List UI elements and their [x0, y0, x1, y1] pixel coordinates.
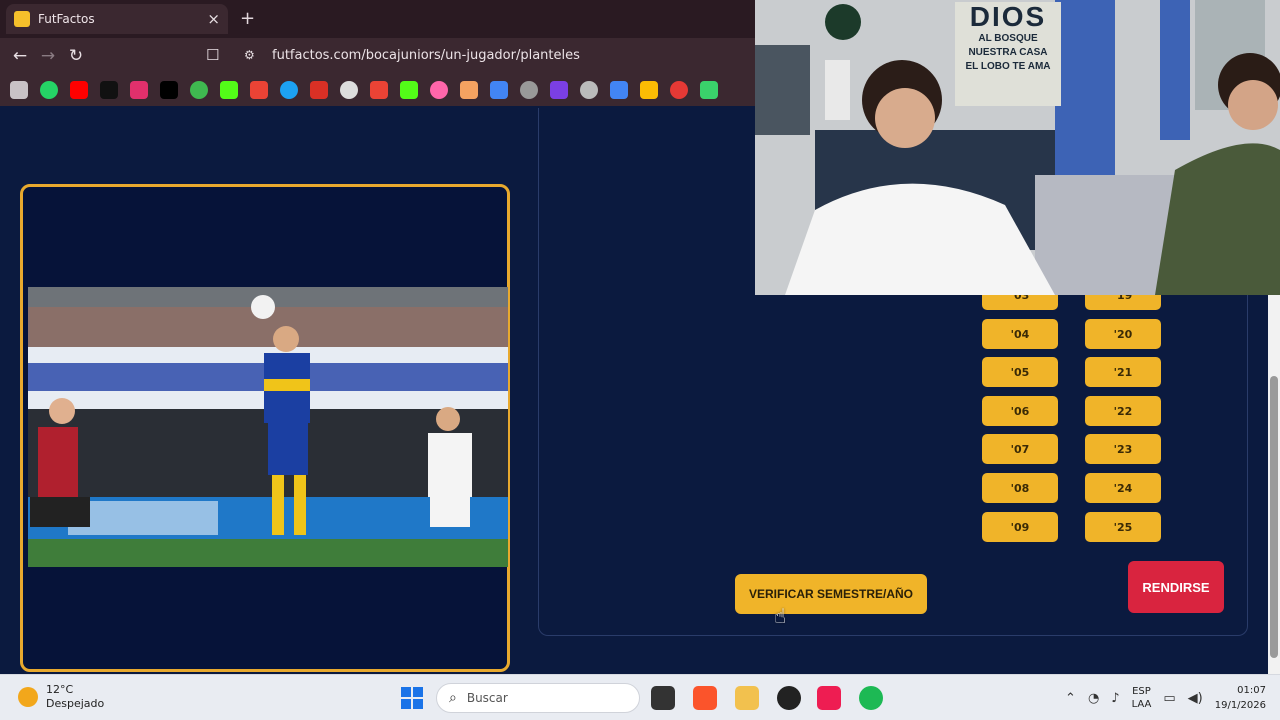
bookmark-icon-23[interactable]: [700, 81, 718, 99]
taskbar-search[interactable]: ⌕ Buscar: [436, 683, 640, 713]
youtube-bookmark-icon[interactable]: [70, 81, 88, 99]
chevron-up-icon[interactable]: ⌃: [1065, 691, 1076, 706]
year-button[interactable]: '20: [1085, 319, 1161, 349]
tab-close-icon[interactable]: ×: [207, 10, 220, 28]
bookmark-icon-10[interactable]: [310, 81, 328, 99]
new-tab-button[interactable]: +: [240, 8, 255, 29]
windows-taskbar: 12°C Despejado ⌕ Buscar ⌃ ◔ ♪ ESP LAA ▭ …: [0, 674, 1280, 720]
back-arrow-icon[interactable]: ←: [6, 46, 34, 66]
spotify-icon[interactable]: [859, 686, 883, 710]
hand-cursor-icon: ☝: [774, 604, 787, 628]
futfactos-favicon-icon: [14, 11, 30, 27]
screen: FutFactos × + ← → ↻ ☐ ⚙ futfactos.com/bo…: [0, 0, 1280, 720]
year-button[interactable]: '23: [1085, 434, 1161, 464]
file-explorer-icon[interactable]: [735, 686, 759, 710]
microphone-icon[interactable]: ♪: [1111, 691, 1119, 706]
year-button[interactable]: '07: [982, 434, 1058, 464]
year-button[interactable]: '09: [982, 512, 1058, 542]
search-placeholder: Buscar: [466, 691, 508, 705]
tab-title: FutFactos: [38, 12, 95, 26]
bookmark-icon-18[interactable]: [550, 81, 568, 99]
bookmark-icon-15[interactable]: [460, 81, 478, 99]
kick-bookmark-icon[interactable]: [220, 81, 238, 99]
site-settings-icon[interactable]: ⚙: [244, 48, 255, 62]
reload-icon[interactable]: ↻: [62, 46, 90, 66]
bookmark-icon-16[interactable]: [490, 81, 508, 99]
bookmark-icon-6[interactable]: [190, 81, 208, 99]
gmail-bookmark-icon[interactable]: [250, 81, 268, 99]
player-photo-frame: [20, 184, 510, 672]
bookmark-icon-19[interactable]: [580, 81, 598, 99]
weather-desc: Despejado: [46, 697, 105, 710]
year-button[interactable]: '04: [982, 319, 1058, 349]
tiktok-bookmark-icon[interactable]: [100, 81, 118, 99]
weather-temp: 12°C: [46, 683, 74, 696]
weather-widget[interactable]: 12°C Despejado: [18, 683, 104, 711]
network-icon[interactable]: ◔: [1088, 691, 1099, 706]
windows-start-icon[interactable]: [401, 687, 423, 709]
match-photo-illustration: [28, 287, 508, 567]
bookmark-icon-14[interactable]: [430, 81, 448, 99]
whatsapp-bookmark-icon[interactable]: [40, 81, 58, 99]
bookmark-icon-21[interactable]: [640, 81, 658, 99]
bookmark-icon[interactable]: ☐: [206, 46, 219, 64]
volume-icon[interactable]: ◀): [1188, 691, 1203, 706]
system-tray: ⌃ ◔ ♪ ESP LAA ▭ ◀) 01:07 19/1/2026: [1065, 683, 1266, 713]
display-icon[interactable]: ▭: [1163, 691, 1175, 706]
tiktok-app-icon[interactable]: [817, 686, 841, 710]
bookmark-icon-22[interactable]: [670, 81, 688, 99]
bookmark-icon-11[interactable]: [340, 81, 358, 99]
year-button[interactable]: '24: [1085, 473, 1161, 503]
task-view-icon[interactable]: [651, 686, 675, 710]
bookmark-icon-12[interactable]: [370, 81, 388, 99]
obs-icon[interactable]: [777, 686, 801, 710]
bookmark-icon-9[interactable]: [280, 81, 298, 99]
bookmark-icon-13[interactable]: [400, 81, 418, 99]
verify-semester-year-button[interactable]: VERIFICAR SEMESTRE/AÑO: [735, 574, 927, 614]
forward-arrow-icon[interactable]: →: [34, 46, 62, 66]
wall-poster: DIOS AL BOSQUE NUESTRA CASA EL LOBO TE A…: [955, 2, 1061, 106]
year-button[interactable]: '21: [1085, 357, 1161, 387]
year-button[interactable]: '08: [982, 473, 1058, 503]
instagram-bookmark-icon[interactable]: [130, 81, 148, 99]
year-button[interactable]: '06: [982, 396, 1058, 426]
year-button[interactable]: '05: [982, 357, 1058, 387]
search-icon: ⌕: [449, 690, 457, 706]
brave-browser-icon[interactable]: [693, 686, 717, 710]
give-up-button[interactable]: RENDIRSE: [1128, 561, 1224, 613]
player-photo: [28, 287, 508, 567]
taskbar-clock[interactable]: 01:07 19/1/2026: [1215, 683, 1266, 713]
docs-bookmark-icon[interactable]: [610, 81, 628, 99]
x-bookmark-icon[interactable]: [160, 81, 178, 99]
language-indicator[interactable]: ESP LAA: [1132, 685, 1152, 711]
url-field[interactable]: futfactos.com/bocajuniors/un-jugador/pla…: [272, 48, 580, 63]
browser-tab-futfactos[interactable]: FutFactos ×: [6, 4, 228, 34]
scrollbar-thumb[interactable]: [1270, 376, 1278, 658]
bookmark-icon-17[interactable]: [520, 81, 538, 99]
webcam-overlay: DIOS AL BOSQUE NUESTRA CASA EL LOBO TE A…: [755, 0, 1280, 295]
weather-moon-icon: [18, 687, 38, 707]
year-button[interactable]: '25: [1085, 512, 1161, 542]
apps-grid-icon[interactable]: [10, 81, 28, 99]
year-button[interactable]: '22: [1085, 396, 1161, 426]
